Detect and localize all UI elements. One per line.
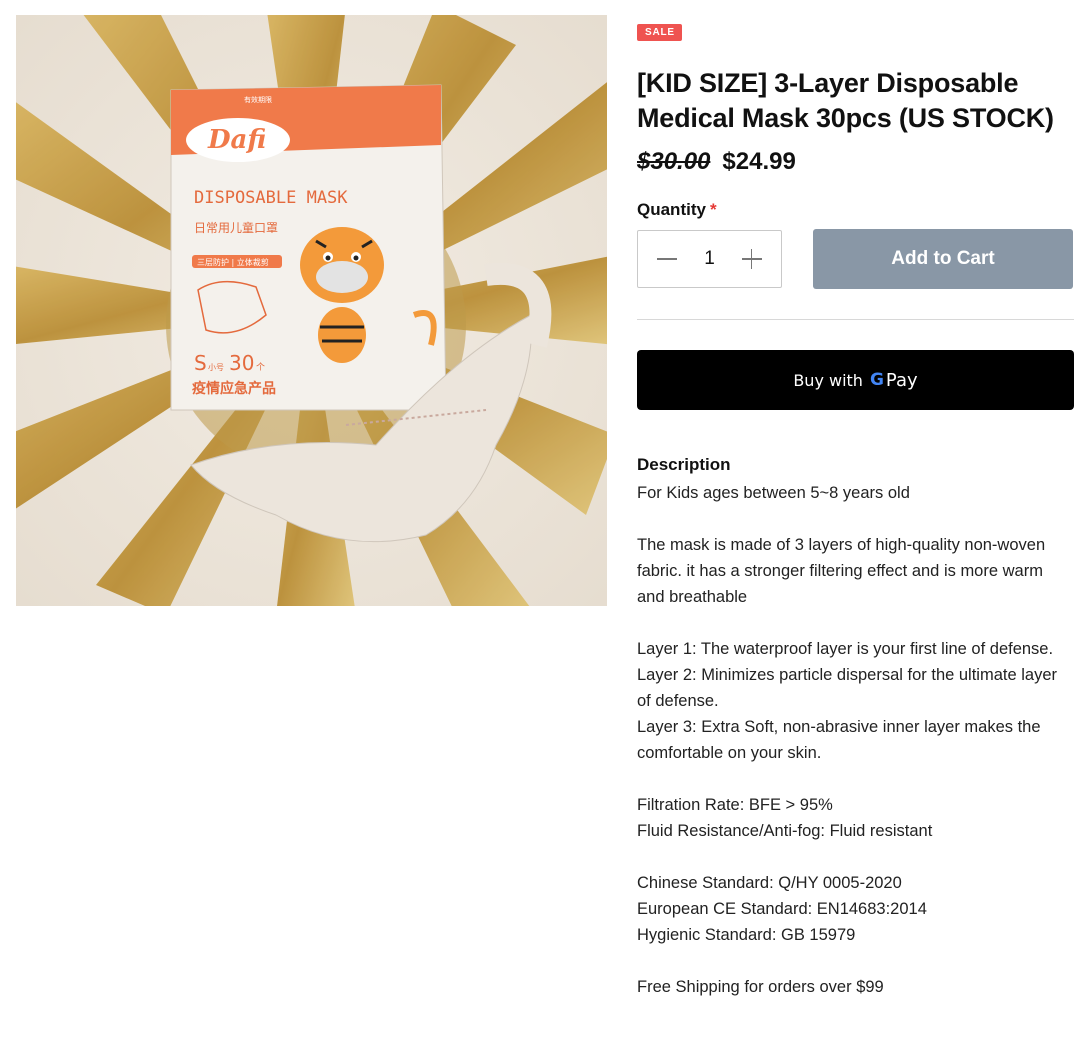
description-line: Layer 2: Minimizes particle dispersal fo… — [637, 666, 1058, 710]
description-line: Filtration Rate: BFE > 95% — [637, 796, 833, 814]
brand-text: Dafi — [207, 125, 266, 155]
product-photo: 有效期限 Dafi DISPOSABLE MASK 日常用儿童口罩 三层防护 |… — [16, 15, 607, 606]
count-text: 30 — [229, 351, 254, 375]
description-heading: Description — [637, 455, 731, 474]
product-info: SALE [KID SIZE] 3-Layer Disposable Medic… — [637, 22, 1074, 1000]
google-g-letter: G — [869, 370, 884, 390]
original-price: $30.00 — [637, 148, 711, 175]
description-line: European CE Standard: EN14683:2014 — [637, 900, 927, 918]
product-line-text: DISPOSABLE MASK — [194, 188, 348, 208]
size-small-text: 小号 — [208, 363, 224, 372]
description-line: Hygienic Standard: GB 15979 — [637, 926, 856, 944]
quantity-label: Quantity * — [637, 200, 1074, 220]
plus-icon[interactable] — [741, 248, 763, 270]
description-line: The mask is made of 3 layers of high-qua… — [637, 536, 1046, 606]
description-line: For Kids ages between 5~8 years old — [637, 484, 910, 502]
features-text: 三层防护 | 立体裁剪 — [197, 257, 269, 267]
subtitle-text: 日常用儿童口罩 — [194, 220, 278, 235]
description-line: Free Shipping for orders over $99 — [637, 978, 884, 996]
description-line: Fluid Resistance/Anti-fog: Fluid resista… — [637, 822, 933, 840]
google-g-icon: G — [870, 370, 884, 390]
quantity-stepper: 1 — [637, 230, 782, 288]
sale-price: $24.99 — [722, 148, 796, 175]
divider — [637, 319, 1074, 320]
price-row: $30.00 $24.99 — [637, 146, 1074, 178]
required-mark: * — [709, 200, 717, 219]
mask-box: 有效期限 Dafi DISPOSABLE MASK 日常用儿童口罩 三层防护 |… — [170, 84, 447, 411]
size-text: S — [194, 351, 207, 375]
add-to-cart-button[interactable]: Add to Cart — [813, 229, 1073, 289]
gpay-prefix: Buy with — [793, 370, 863, 390]
quantity-input[interactable]: 1 — [704, 248, 715, 270]
description-line: Layer 1: The waterproof layer is your fi… — [637, 640, 1054, 658]
count-unit-text: 个 — [256, 362, 265, 373]
buy-row: 1 Add to Cart — [637, 229, 1074, 289]
bottom-text: 疫情应急产品 — [192, 380, 276, 397]
top-tag-text: 有效期限 — [244, 95, 272, 104]
description-line: Layer 3: Extra Soft, non-abrasive inner … — [637, 718, 1041, 762]
product-image[interactable]: 有效期限 Dafi DISPOSABLE MASK 日常用儿童口罩 三层防护 |… — [16, 15, 607, 606]
description-line: Chinese Standard: Q/HY 0005-2020 — [637, 874, 902, 892]
quantity-label-text: Quantity — [637, 200, 706, 219]
sale-badge: SALE — [637, 24, 682, 41]
google-pay-button[interactable]: Buy with G Pay — [637, 350, 1074, 410]
gpay-pay-text: Pay — [885, 369, 918, 391]
minus-icon[interactable] — [656, 248, 678, 270]
description-body: For Kids ages between 5~8 years old The m… — [637, 480, 1074, 1000]
product-title: [KID SIZE] 3-Layer Disposable Medical Ma… — [637, 68, 1054, 133]
